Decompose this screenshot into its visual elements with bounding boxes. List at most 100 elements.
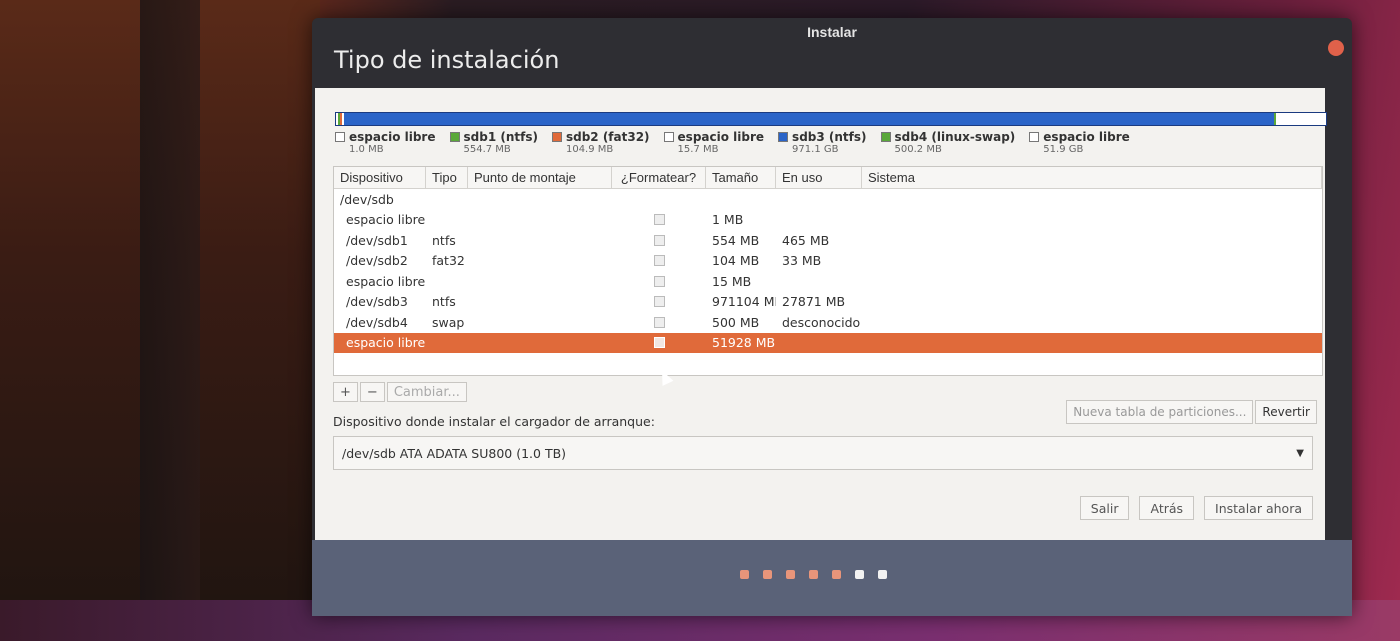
legend-label: sdb3 (ntfs) (792, 130, 867, 144)
partition-table-buttons: Nueva tabla de particiones... Revertir (1066, 400, 1317, 424)
legend-item: sdb2 (fat32) 104.9 MB (551, 130, 650, 155)
bootloader-selected-value: /dev/sdb ATA ADATA SU800 (1.0 TB) (342, 445, 567, 461)
format-checkbox[interactable] (653, 255, 665, 267)
legend-size: 554.7 MB (463, 144, 511, 155)
cell-size: 51928 MB (712, 335, 776, 351)
cell-device: /dev/sdb2 (346, 253, 408, 269)
cell-size: 971104 MB (712, 294, 776, 310)
cell-size: 1 MB (712, 212, 744, 228)
window-title: Instalar (807, 24, 857, 40)
add-partition-button[interactable]: + (333, 382, 358, 402)
format-checkbox[interactable] (653, 234, 665, 246)
table-row[interactable]: /dev/sdb4 swap 500 MB desconocido (334, 312, 1322, 333)
cell-type: fat32 (432, 253, 465, 269)
progress-dot (740, 570, 749, 579)
cell-type: ntfs (432, 294, 456, 310)
cell-type: ntfs (432, 232, 456, 248)
legend-size: 971.1 GB (792, 144, 839, 155)
progress-dot (878, 570, 887, 579)
legend-item: sdb4 (linux-swap) 500.2 MB (880, 130, 1016, 155)
header-used[interactable]: En uso (776, 167, 862, 188)
header-device[interactable]: Dispositivo (334, 167, 426, 188)
cell-size: 104 MB (712, 253, 760, 269)
table-row[interactable]: espacio libre 1 MB (334, 210, 1322, 231)
format-checkbox[interactable] (653, 316, 665, 328)
legend-item: sdb1 (ntfs) 554.7 MB (449, 130, 538, 155)
table-row[interactable]: /dev/sdb (334, 189, 1322, 210)
back-button[interactable]: Atrás (1139, 496, 1195, 520)
cell-device: /dev/sdb3 (346, 294, 408, 310)
cell-used: 27871 MB (782, 294, 846, 310)
legend-swatch (880, 132, 891, 142)
action-buttons: Salir Atrás Instalar ahora (1079, 496, 1313, 520)
header-format[interactable]: ¿Formatear? (612, 167, 706, 188)
partition-table: Dispositivo Tipo Punto de montaje ¿Forma… (333, 166, 1323, 376)
progress-dot (786, 570, 795, 579)
cell-device: /dev/sdb4 (346, 314, 408, 330)
legend-label: sdb4 (linux-swap) (894, 130, 1016, 144)
progress-dot (855, 570, 864, 579)
legend-item: sdb3 (ntfs) 971.1 GB (778, 130, 867, 155)
progress-dots (740, 570, 887, 579)
header-mount[interactable]: Punto de montaje (468, 167, 612, 188)
background-monitor-edge (140, 0, 200, 641)
table-header: Dispositivo Tipo Punto de montaje ¿Forma… (334, 167, 1322, 189)
legend-swatch (551, 132, 562, 142)
format-checkbox[interactable] (653, 275, 665, 287)
progress-dot (809, 570, 818, 579)
new-partition-table-button[interactable]: Nueva tabla de particiones... (1066, 400, 1254, 424)
table-row[interactable]: /dev/sdb1 ntfs 554 MB 465 MB (334, 230, 1322, 251)
partition-bar (335, 112, 1327, 126)
cell-format (612, 275, 706, 287)
revert-button[interactable]: Revertir (1255, 400, 1317, 424)
installer-footer (312, 540, 1352, 616)
cell-format (612, 255, 706, 267)
cell-size: 500 MB (712, 314, 760, 330)
quit-button[interactable]: Salir (1079, 496, 1130, 520)
format-checkbox[interactable] (653, 337, 665, 349)
legend-label: sdb2 (fat32) (565, 130, 650, 144)
dropdown-arrow-icon: ▼ (1296, 447, 1304, 459)
install-now-button[interactable]: Instalar ahora (1204, 496, 1313, 520)
remove-partition-button[interactable]: − (359, 382, 385, 402)
cell-format (612, 234, 706, 246)
legend-label: espacio libre (677, 130, 765, 144)
legend-swatch (1029, 132, 1040, 142)
cell-size: 15 MB (712, 273, 752, 289)
legend-label: espacio libre (349, 130, 436, 144)
page-title: Tipo de instalación (334, 46, 560, 74)
table-row[interactable]: /dev/sdb2 fat32 104 MB 33 MB (334, 251, 1322, 272)
cell-device: espacio libre (346, 212, 426, 228)
close-button[interactable] (1328, 40, 1344, 56)
cell-used: 465 MB (782, 232, 830, 248)
cell-format (612, 337, 706, 349)
legend-size: 500.2 MB (894, 144, 942, 155)
content-area: espacio libre 1.0 MB sdb1 (ntfs) 554.7 MB sd… (315, 88, 1327, 540)
table-body: /dev/sdb espacio libre 1 MB/dev/sdb1 ntfs 55… (334, 189, 1322, 353)
bootloader-select[interactable]: /dev/sdb ATA ADATA SU800 (1.0 TB) ▼ (333, 436, 1313, 470)
partition-legend: espacio libre 1.0 MB sdb1 (ntfs) 554.7 MB sd… (335, 130, 1130, 155)
table-row[interactable]: espacio libre 15 MB (334, 271, 1322, 292)
cell-used: desconocido (782, 314, 861, 330)
progress-dot (763, 570, 772, 579)
cell-type: swap (432, 314, 465, 330)
partition-bar-segment (1276, 113, 1326, 125)
legend-label: sdb1 (ntfs) (463, 130, 538, 144)
bootloader-label: Dispositivo donde instalar el cargador d… (333, 414, 655, 429)
header-size[interactable]: Tamaño (706, 167, 776, 188)
format-checkbox[interactable] (653, 214, 665, 226)
legend-size: 51.9 GB (1043, 144, 1084, 155)
format-checkbox[interactable] (653, 296, 665, 308)
window-titlebar: Instalar (312, 18, 1352, 46)
table-row[interactable]: /dev/sdb3 ntfs 971104 MB 27871 MB (334, 292, 1322, 313)
header-system[interactable]: Sistema (862, 167, 1322, 188)
cell-device: /dev/sdb (340, 191, 394, 207)
change-partition-button[interactable]: Cambiar... (386, 382, 467, 402)
header-type[interactable]: Tipo (426, 167, 468, 188)
table-row[interactable]: espacio libre 51928 MB (334, 332, 1322, 353)
cell-device: espacio libre (346, 335, 426, 351)
cell-size: 554 MB (712, 232, 760, 248)
legend-label: espacio libre (1043, 130, 1130, 144)
cell-device: /dev/sdb1 (346, 232, 408, 248)
partition-bar-segment (343, 113, 1275, 125)
